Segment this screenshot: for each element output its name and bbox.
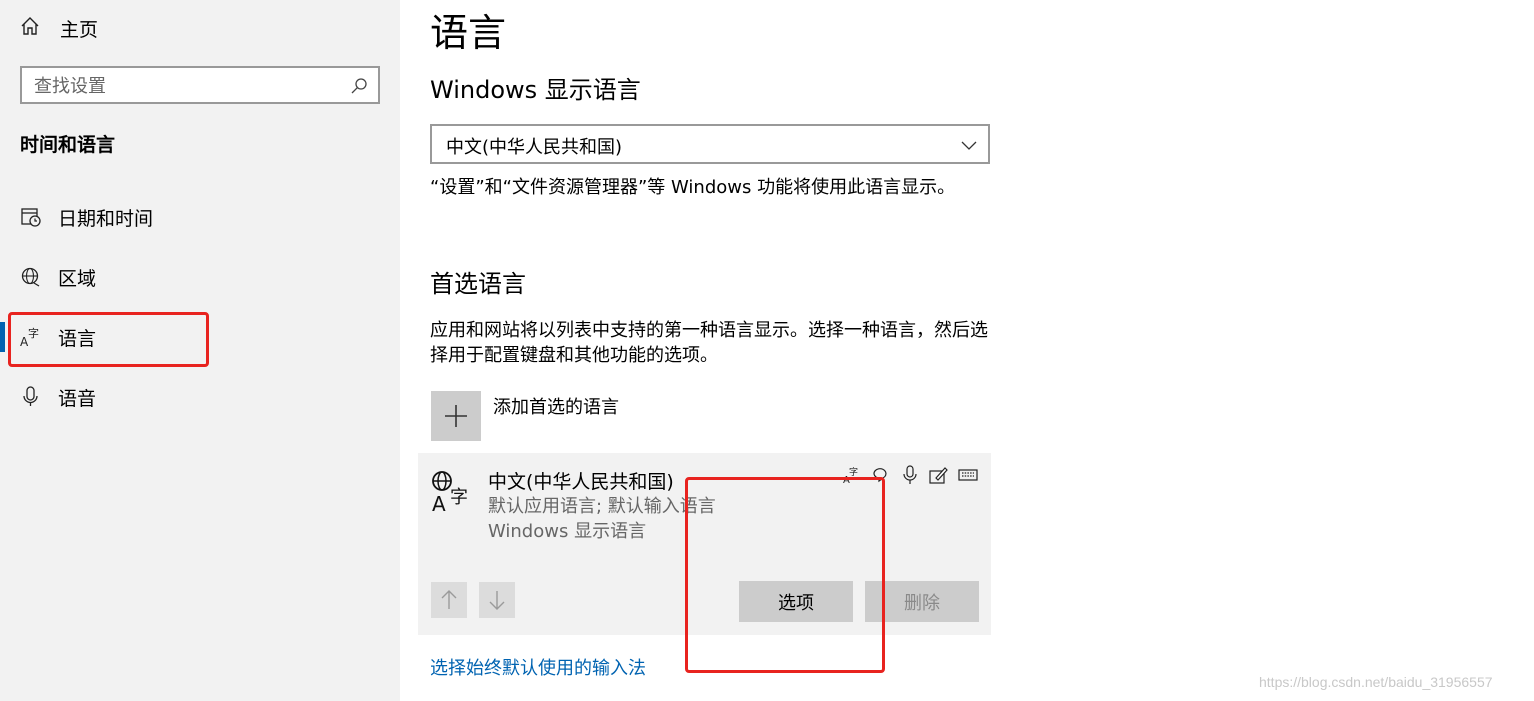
dropdown-value: 中文(中华人民共和国): [446, 137, 623, 158]
home-icon: [21, 17, 39, 35]
globe-icon: [21, 267, 40, 287]
microphone-icon: [23, 386, 38, 406]
search-box: [20, 66, 380, 104]
input-method-link[interactable]: 选择始终默认使用的输入法: [430, 654, 646, 680]
svg-text:字: 字: [450, 487, 468, 508]
language-detail-display: Windows 显示语言: [488, 521, 647, 542]
sidebar-item-date-time[interactable]: 日期和时间: [0, 190, 400, 242]
keyboard-icon: [958, 469, 978, 481]
move-up-button[interactable]: [431, 582, 467, 618]
active-indicator: [0, 322, 5, 352]
highlight-annotation: [8, 312, 209, 367]
svg-text:A: A: [432, 492, 446, 513]
plus-tile: [431, 391, 481, 441]
calendar-clock-icon: [21, 208, 41, 227]
section-title: 时间和语言: [20, 134, 116, 156]
sidebar-item-label: 日期和时间: [58, 208, 154, 230]
highlight-annotation-options: [685, 477, 885, 673]
plus-icon: [445, 405, 467, 427]
language-detail-defaults: 默认应用语言; 默认输入语言: [488, 496, 716, 517]
search-input[interactable]: [34, 74, 334, 98]
sidebar-item-label: 语音: [58, 388, 97, 410]
language-name: 中文(中华人民共和国): [488, 471, 674, 493]
handwriting-icon: [929, 467, 948, 484]
preferred-languages-description: 应用和网站将以列表中支持的第一种语言显示。选择一种语言，然后选择用于配置键盘和其…: [430, 320, 988, 366]
speech-recognition-icon: [903, 465, 917, 484]
chevron-down-icon: [961, 141, 977, 150]
search-icon[interactable]: [350, 77, 368, 95]
preferred-languages-heading: 首选语言: [430, 270, 526, 298]
watermark: https://blog.csdn.net/baidu_31956557: [1259, 674, 1493, 690]
sidebar-item-region[interactable]: 区域: [0, 250, 400, 302]
display-language-description: “设置”和“文件资源管理器”等 Windows 功能将使用此语言显示。: [430, 177, 956, 198]
arrow-up-icon: [441, 590, 457, 609]
sidebar-item-label: 区域: [58, 268, 97, 290]
sidebar: 主页 时间和语言 日期和时间 区域 A 字 语言: [0, 0, 400, 701]
home-nav-item[interactable]: 主页: [0, 8, 400, 44]
move-down-button[interactable]: [479, 582, 515, 618]
home-label: 主页: [60, 19, 99, 41]
language-pack-icon: A 字: [432, 471, 468, 513]
display-language-heading: Windows 显示语言: [430, 76, 641, 104]
add-language-label: 添加首选的语言: [493, 397, 619, 418]
add-language-button[interactable]: 添加首选的语言: [430, 390, 990, 442]
arrow-down-icon: [489, 591, 505, 610]
display-language-dropdown[interactable]: 中文(中华人民共和国): [430, 124, 990, 164]
sidebar-item-speech[interactable]: 语音: [0, 370, 400, 422]
page-title: 语言: [430, 11, 507, 55]
